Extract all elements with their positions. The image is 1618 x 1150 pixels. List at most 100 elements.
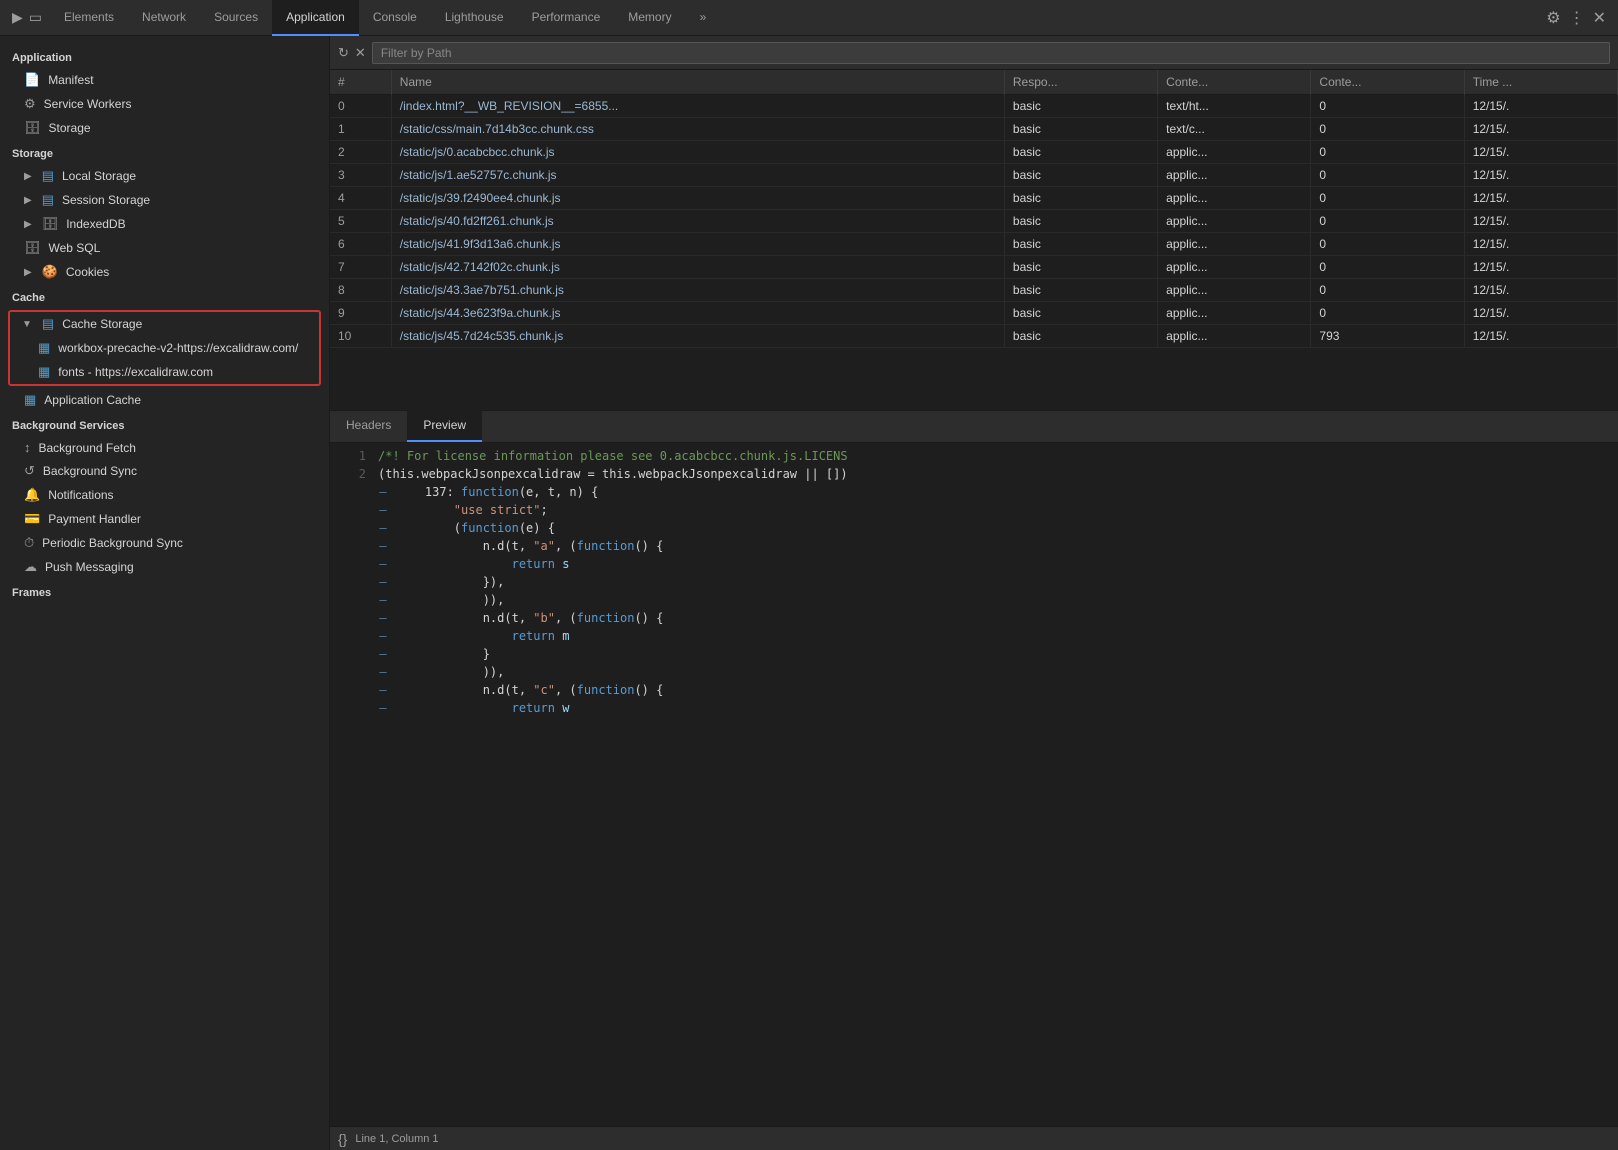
more-options-icon[interactable]: ⋮ [1569, 8, 1585, 28]
sidebar-item-fonts-cache[interactable]: ▦ fonts - https://excalidraw.com [10, 360, 319, 384]
line-dash-13: – [378, 663, 388, 681]
cursor-icon[interactable]: ▶ [12, 9, 23, 26]
code-content-5: (function(e) { [396, 519, 1610, 537]
code-content-3: 137: function(e, t, n) { [396, 483, 1610, 501]
tab-more[interactable]: » [686, 0, 721, 36]
frames-section-header: Frames [0, 579, 329, 603]
tab-application[interactable]: Application [272, 0, 359, 36]
expand-arrow-cookies: ▶ [24, 267, 32, 278]
local-storage-icon: ▤ [42, 168, 54, 184]
cache-storage-label: Cache Storage [62, 317, 142, 331]
fonts-cache-icon: ▦ [38, 364, 50, 380]
sidebar-item-bg-sync[interactable]: ↺ Background Sync [0, 459, 329, 483]
sidebar-item-bg-fetch[interactable]: ↕ Background Fetch [0, 436, 329, 459]
sidebar-item-service-workers[interactable]: ⚙ Service Workers [0, 92, 329, 116]
close-icon[interactable]: ✕ [1593, 8, 1606, 28]
tab-network[interactable]: Network [128, 0, 200, 36]
table-row[interactable]: 9 /static/js/44.3e623f9a.chunk.js basic … [330, 302, 1618, 325]
inspect-icon[interactable]: ▭ [29, 9, 42, 26]
app-section-header: Application [0, 44, 329, 68]
notifications-label: Notifications [48, 488, 113, 502]
cell-content-type: applic... [1158, 210, 1311, 233]
bg-services-header: Background Services [0, 412, 329, 436]
table-row[interactable]: 3 /static/js/1.ae52757c.chunk.js basic a… [330, 164, 1618, 187]
filter-bar: ↻ ✕ [330, 36, 1618, 70]
cell-name: /static/css/main.7d14b3cc.chunk.css [391, 118, 1004, 141]
service-workers-label: Service Workers [44, 97, 132, 111]
sidebar-item-notifications[interactable]: 🔔 Notifications [0, 483, 329, 507]
status-bar: {} Line 1, Column 1 [330, 1126, 1618, 1150]
line-dash-3: – [378, 483, 388, 501]
table-row[interactable]: 5 /static/js/40.fd2ff261.chunk.js basic … [330, 210, 1618, 233]
tab-preview[interactable]: Preview [407, 410, 482, 442]
code-content-12: } [396, 645, 1610, 663]
sidebar-item-session-storage[interactable]: ▶ ▤ Session Storage [0, 188, 329, 212]
table-row[interactable]: 4 /static/js/39.f2490ee4.chunk.js basic … [330, 187, 1618, 210]
sidebar-item-storage[interactable]: 🗄 Storage [0, 116, 329, 140]
col-response: Respo... [1004, 70, 1157, 95]
cell-name: /static/js/42.7142f02c.chunk.js [391, 256, 1004, 279]
cell-response: basic [1004, 210, 1157, 233]
sidebar-item-websql[interactable]: 🗄 Web SQL [0, 236, 329, 260]
indexeddb-icon: 🗄 [42, 216, 59, 232]
manifest-icon: 📄 [24, 72, 40, 88]
sidebar-item-periodic-sync[interactable]: ⏱ Periodic Background Sync [0, 531, 329, 555]
cell-response: basic [1004, 141, 1157, 164]
table-body: 0 /index.html?__WB_REVISION__=6855... ba… [330, 95, 1618, 348]
bg-fetch-icon: ↕ [24, 440, 31, 455]
tab-memory[interactable]: Memory [614, 0, 685, 36]
tab-bar-actions: ⚙ ⋮ ✕ [1538, 8, 1614, 28]
cell-name: /static/js/45.7d24c535.chunk.js [391, 325, 1004, 348]
cookies-icon: 🍪 [42, 264, 58, 280]
cell-response: basic [1004, 164, 1157, 187]
table-row[interactable]: 10 /static/js/45.7d24c535.chunk.js basic… [330, 325, 1618, 348]
cell-name: /static/js/39.f2490ee4.chunk.js [391, 187, 1004, 210]
workbox-label: workbox-precache-v2-https://excalidraw.c… [58, 341, 298, 355]
code-line-5: – (function(e) { [330, 519, 1618, 537]
cache-storage-group: ▼ ▤ Cache Storage ▦ workbox-precache-v2-… [8, 310, 321, 386]
sidebar-item-cookies[interactable]: ▶ 🍪 Cookies [0, 260, 329, 284]
table-row[interactable]: 2 /static/js/0.acabcbcc.chunk.js basic a… [330, 141, 1618, 164]
tab-lighthouse[interactable]: Lighthouse [431, 0, 518, 36]
line-number-2: 2 [338, 465, 366, 483]
clear-icon[interactable]: ✕ [355, 45, 366, 61]
tab-elements[interactable]: Elements [50, 0, 128, 36]
cell-time: 12/15/. [1464, 233, 1617, 256]
tab-console[interactable]: Console [359, 0, 431, 36]
table-row[interactable]: 0 /index.html?__WB_REVISION__=6855... ba… [330, 95, 1618, 118]
line-dash-15: – [378, 699, 388, 717]
sidebar-item-payment-handler[interactable]: 💳 Payment Handler [0, 507, 329, 531]
sidebar-item-local-storage[interactable]: ▶ ▤ Local Storage [0, 164, 329, 188]
line-number-1: 1 [338, 447, 366, 465]
sidebar-item-indexeddb[interactable]: ▶ 🗄 IndexedDB [0, 212, 329, 236]
filter-input[interactable] [372, 42, 1610, 64]
tab-headers[interactable]: Headers [330, 410, 407, 442]
cache-section-header: Cache [0, 284, 329, 308]
cell-time: 12/15/. [1464, 302, 1617, 325]
tab-performance[interactable]: Performance [518, 0, 615, 36]
sidebar-item-application-cache[interactable]: ▦ Application Cache [0, 388, 329, 412]
refresh-icon[interactable]: ↻ [338, 45, 349, 61]
code-line-12: – } [330, 645, 1618, 663]
sidebar-item-cache-storage[interactable]: ▼ ▤ Cache Storage [10, 312, 319, 336]
table-row[interactable]: 7 /static/js/42.7142f02c.chunk.js basic … [330, 256, 1618, 279]
line-dash-9: – [378, 591, 388, 609]
settings-icon[interactable]: ⚙ [1546, 8, 1560, 28]
payment-icon: 💳 [24, 511, 40, 527]
code-content-10: n.d(t, "b", (function() { [396, 609, 1610, 627]
table-row[interactable]: 6 /static/js/41.9f3d13a6.chunk.js basic … [330, 233, 1618, 256]
bg-sync-icon: ↺ [24, 463, 35, 479]
table-row[interactable]: 8 /static/js/43.3ae7b751.chunk.js basic … [330, 279, 1618, 302]
cell-time: 12/15/. [1464, 256, 1617, 279]
code-line-8: – }), [330, 573, 1618, 591]
cell-num: 2 [330, 141, 391, 164]
code-line-10: – n.d(t, "b", (function() { [330, 609, 1618, 627]
tab-sources[interactable]: Sources [200, 0, 272, 36]
sidebar-item-push-messaging[interactable]: ☁ Push Messaging [0, 555, 329, 579]
sidebar-item-manifest[interactable]: 📄 Manifest [0, 68, 329, 92]
sidebar-item-workbox-precache[interactable]: ▦ workbox-precache-v2-https://excalidraw… [10, 336, 319, 360]
cell-content-type: text/ht... [1158, 95, 1311, 118]
table-row[interactable]: 1 /static/css/main.7d14b3cc.chunk.css ba… [330, 118, 1618, 141]
cell-content-type: applic... [1158, 256, 1311, 279]
push-messaging-label: Push Messaging [45, 560, 134, 574]
